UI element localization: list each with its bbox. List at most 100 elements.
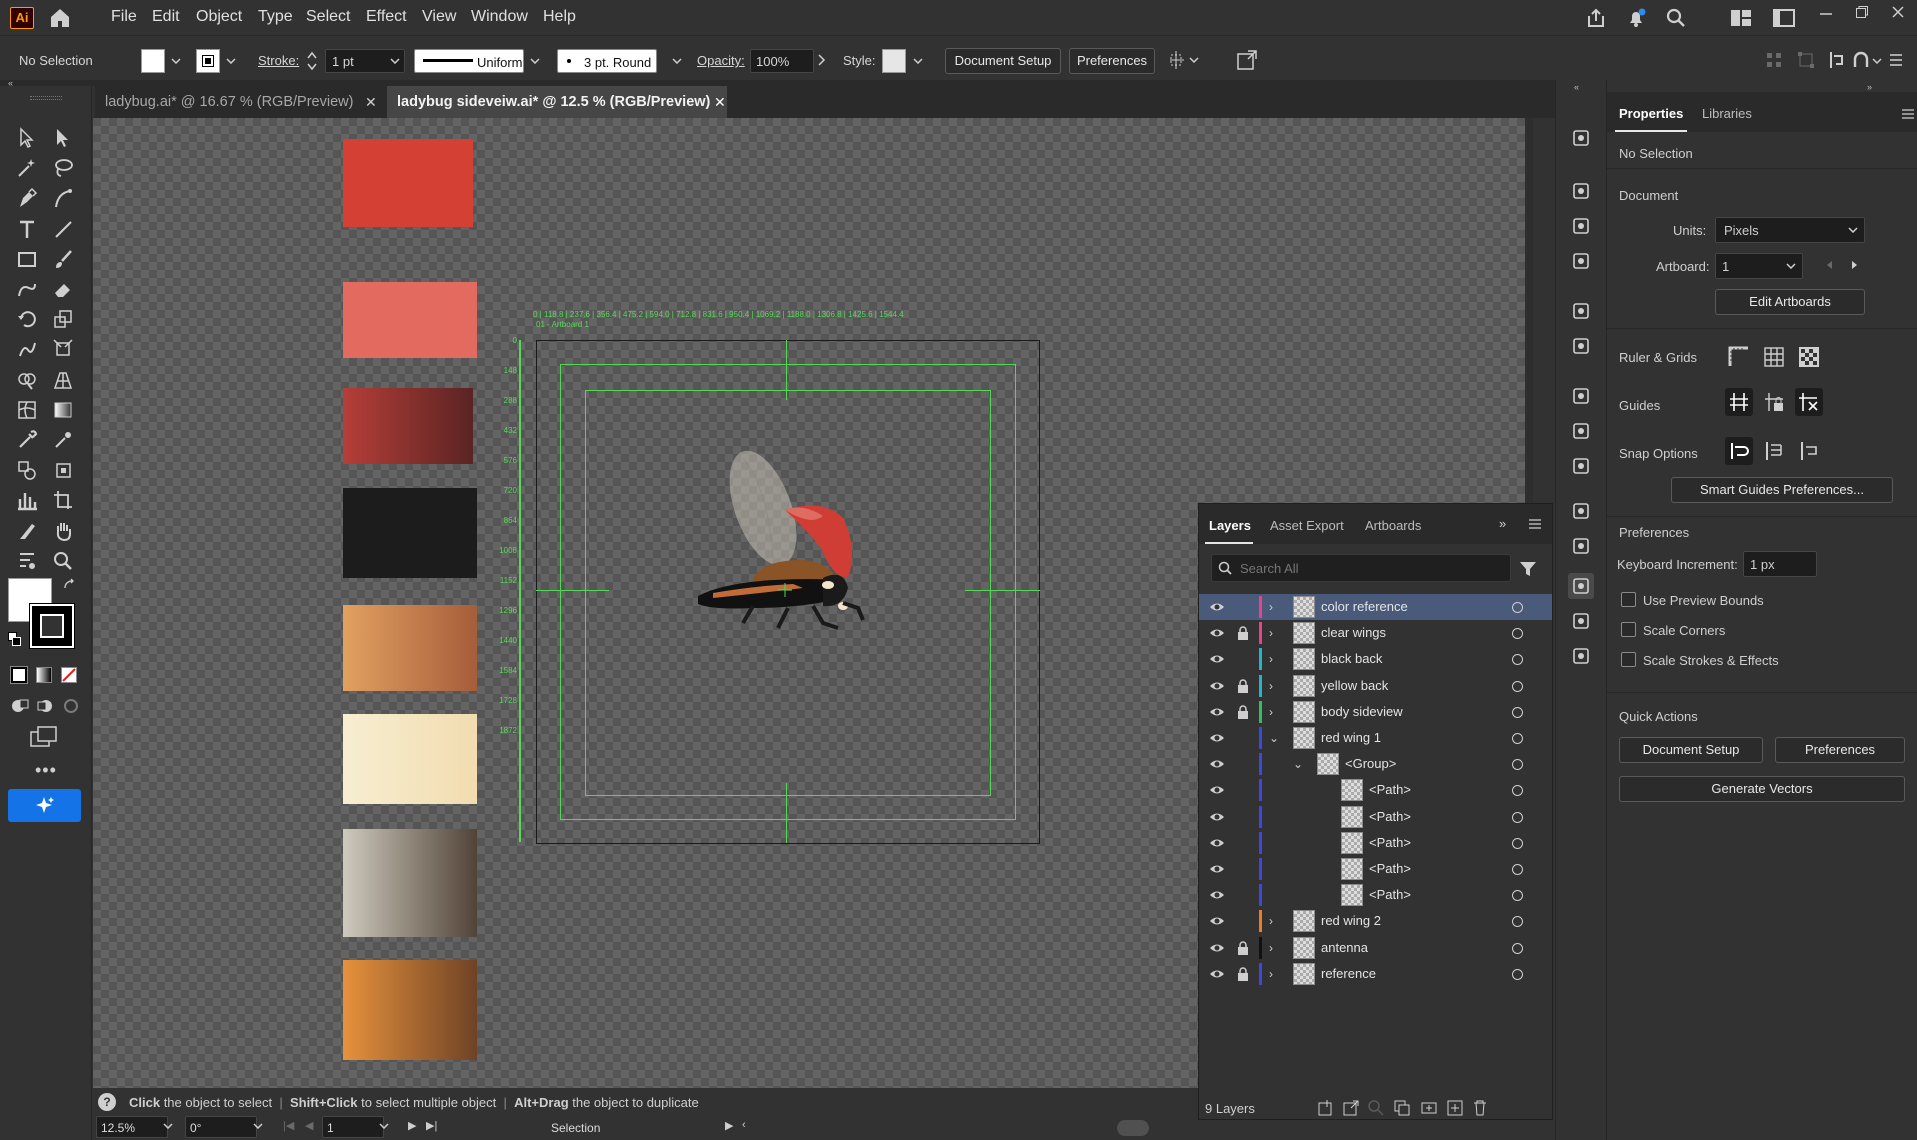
lock-icon[interactable] bbox=[1237, 940, 1249, 955]
visibility-eye-icon[interactable] bbox=[1209, 941, 1225, 955]
lock-guides-icon[interactable] bbox=[1762, 390, 1786, 414]
artboards-panel-icon[interactable] bbox=[1568, 643, 1594, 669]
menu-edit[interactable]: Edit bbox=[152, 8, 180, 26]
keyboard-increment-field[interactable]: 1 px bbox=[1743, 551, 1817, 577]
draw-inside-icon[interactable] bbox=[61, 696, 81, 716]
slice-tool-icon[interactable] bbox=[15, 519, 39, 543]
layer-row[interactable]: › black back bbox=[1199, 646, 1552, 672]
shape-builder-tool-icon[interactable] bbox=[15, 368, 39, 392]
smart-guides-button[interactable] bbox=[1795, 388, 1823, 416]
chevron-right-icon[interactable]: › bbox=[1269, 594, 1273, 620]
layer-row[interactable]: › reference bbox=[1199, 961, 1552, 987]
default-fill-stroke-icon[interactable] bbox=[8, 632, 22, 646]
layer-row[interactable]: <Path> bbox=[1199, 804, 1552, 830]
layers-search-box[interactable] bbox=[1211, 554, 1511, 582]
visibility-eye-icon[interactable] bbox=[1209, 914, 1225, 928]
snap-to-point-button[interactable] bbox=[1725, 437, 1753, 465]
menu-window[interactable]: Window bbox=[471, 8, 528, 26]
grid-icon[interactable] bbox=[1762, 345, 1786, 369]
tab-properties[interactable]: Properties bbox=[1619, 106, 1683, 121]
symbols-panel-icon[interactable] bbox=[1568, 178, 1594, 204]
target-circle-icon[interactable] bbox=[1512, 680, 1523, 692]
rotate-chevron-icon[interactable] bbox=[253, 1123, 263, 1129]
collect-for-export-icon[interactable] bbox=[1317, 1099, 1335, 1117]
help-icon[interactable]: ? bbox=[98, 1093, 116, 1111]
visibility-eye-icon[interactable] bbox=[1209, 810, 1225, 824]
visibility-eye-icon[interactable] bbox=[1209, 679, 1225, 693]
next-artboard-icon[interactable] bbox=[1851, 260, 1859, 270]
live-paint-tool-icon[interactable] bbox=[51, 458, 75, 482]
chevron-down-icon[interactable]: ⌄ bbox=[1293, 751, 1303, 777]
tab-ladybug-sideview[interactable]: ladybug sideveiw.ai* @ 12.5 % (RGB/Previ… bbox=[387, 86, 727, 118]
export-panel-icon[interactable] bbox=[1568, 608, 1594, 634]
target-circle-icon[interactable] bbox=[1512, 942, 1523, 954]
lock-icon[interactable] bbox=[1237, 705, 1249, 719]
layer-row[interactable]: <Path> bbox=[1199, 856, 1552, 882]
collapse-panel-icon[interactable]: » bbox=[1499, 516, 1506, 531]
curvature-tool-icon[interactable] bbox=[51, 186, 75, 210]
generate-vectors-button[interactable]: Generate Vectors bbox=[1619, 776, 1905, 802]
menu-type[interactable]: Type bbox=[258, 8, 293, 26]
tab-asset-export[interactable]: Asset Export bbox=[1270, 518, 1344, 533]
transparency-grid-icon[interactable] bbox=[1797, 345, 1821, 369]
rotate-view-field[interactable]: 0° bbox=[185, 1116, 257, 1138]
transform-icon[interactable] bbox=[1797, 51, 1815, 69]
status-menu-icon[interactable]: ▶ bbox=[725, 1119, 733, 1132]
toolbar-grip[interactable] bbox=[30, 96, 62, 100]
paintbrush-tool-icon[interactable] bbox=[51, 247, 75, 271]
none-mode-icon[interactable] bbox=[61, 667, 77, 683]
menu-file[interactable]: File bbox=[111, 8, 137, 26]
quick-document-setup-button[interactable]: Document Setup bbox=[1619, 737, 1763, 763]
visibility-eye-icon[interactable] bbox=[1209, 836, 1225, 850]
scale-strokes-effects-checkbox[interactable] bbox=[1621, 652, 1636, 667]
line-segment-tool-icon[interactable] bbox=[51, 217, 75, 241]
shaper-tool-icon[interactable] bbox=[15, 277, 39, 301]
chevron-right-icon[interactable]: › bbox=[1269, 699, 1273, 725]
snap-to-pixel-icon[interactable] bbox=[1853, 51, 1883, 69]
visibility-eye-icon[interactable] bbox=[1209, 626, 1225, 640]
graphic-style-swatch[interactable] bbox=[882, 49, 906, 73]
chevron-right-icon[interactable]: › bbox=[1269, 620, 1273, 646]
panel-menu-icon[interactable] bbox=[1528, 518, 1542, 530]
variable-width-profile[interactable]: Uniform bbox=[414, 49, 524, 73]
opacity-field[interactable]: 100% bbox=[750, 49, 814, 73]
arrange-icon[interactable] bbox=[1168, 49, 1200, 73]
style-chevron-icon[interactable] bbox=[909, 49, 927, 73]
opacity-label[interactable]: Opacity: bbox=[697, 53, 745, 68]
measure-tool-icon[interactable] bbox=[51, 428, 75, 452]
horizontal-scroll-thumb[interactable] bbox=[1117, 1120, 1149, 1136]
draw-normal-icon[interactable] bbox=[10, 696, 30, 716]
eraser-tool-icon[interactable] bbox=[51, 277, 75, 301]
graph-tool-icon[interactable] bbox=[15, 488, 39, 512]
stroke-stepper-icon[interactable] bbox=[307, 51, 317, 71]
visibility-eye-icon[interactable] bbox=[1209, 862, 1225, 876]
collapse-properties-icon[interactable]: » bbox=[1867, 82, 1872, 92]
layer-row[interactable]: › color reference bbox=[1199, 594, 1552, 620]
chevron-right-icon[interactable]: › bbox=[1269, 961, 1273, 987]
menu-object[interactable]: Object bbox=[196, 8, 242, 26]
direct-selection-tool-icon[interactable] bbox=[51, 126, 75, 150]
filter-icon[interactable] bbox=[1519, 560, 1537, 578]
home-icon[interactable] bbox=[48, 6, 72, 30]
selection-tool-icon[interactable] bbox=[15, 126, 39, 150]
target-circle-icon[interactable] bbox=[1512, 890, 1523, 902]
menu-select[interactable]: Select bbox=[306, 8, 350, 26]
zoom-chevron-icon[interactable] bbox=[163, 1123, 173, 1129]
puppet-warp-tool-icon[interactable] bbox=[15, 549, 39, 573]
blend-tool-icon[interactable] bbox=[15, 458, 39, 482]
opacity-arrow-icon[interactable] bbox=[818, 54, 826, 66]
perspective-grid-tool-icon[interactable] bbox=[51, 368, 75, 392]
panel-menu-icon[interactable] bbox=[1887, 51, 1905, 69]
edit-artboards-button[interactable]: Edit Artboards bbox=[1715, 289, 1865, 315]
layer-row[interactable]: <Path> bbox=[1199, 882, 1552, 908]
layer-row[interactable]: › red wing 2 bbox=[1199, 908, 1552, 934]
artboard-tool-icon[interactable] bbox=[51, 488, 75, 512]
target-circle-icon[interactable] bbox=[1512, 785, 1523, 797]
tab-ladybug-close-icon[interactable]: ✕ bbox=[365, 86, 377, 118]
hand-tool-icon[interactable] bbox=[51, 519, 75, 543]
preferences-button[interactable]: Preferences bbox=[1069, 48, 1155, 74]
gradient-tool-icon[interactable] bbox=[51, 398, 75, 422]
chevron-right-icon[interactable]: › bbox=[1269, 646, 1273, 672]
align-grid-icon[interactable] bbox=[1765, 51, 1783, 69]
lasso-tool-icon[interactable] bbox=[51, 156, 75, 180]
